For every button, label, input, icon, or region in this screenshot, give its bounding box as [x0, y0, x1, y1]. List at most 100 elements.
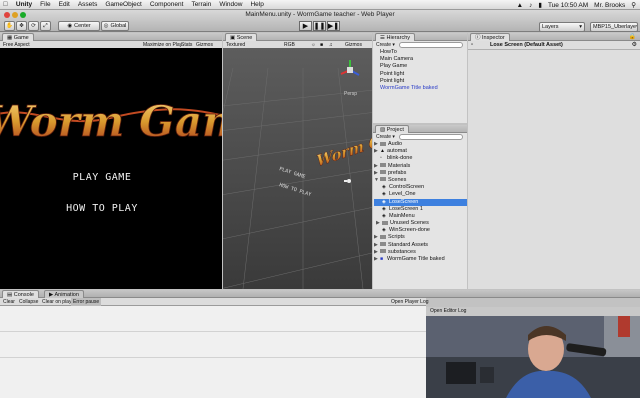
console-divider [0, 357, 426, 358]
pivot-global-button[interactable]: ◎ Global [101, 21, 129, 31]
menu-user[interactable]: Mr. Brooks [594, 2, 625, 9]
project-item-scripts[interactable]: ▶ Scripts [374, 234, 467, 241]
unity-scene-icon: ◈ [382, 205, 386, 212]
project-item-blink-done[interactable]: ▫ blink-done [374, 155, 467, 162]
hierarchy-item-main-camera[interactable]: Main Camera [380, 56, 466, 63]
project-item-label: ControlScreen [389, 184, 425, 191]
spotlight-icon[interactable]: ⚲ [631, 1, 636, 9]
step-icon: ▶❚ [327, 23, 340, 30]
layers-label: Layers [542, 24, 559, 30]
rotate-tool-button[interactable]: ⟳ [28, 21, 39, 31]
light-gizmo-icon[interactable] [344, 179, 351, 183]
layers-dropdown[interactable]: Layers ▾ [539, 22, 585, 32]
globe-icon: ◎ [103, 23, 109, 29]
scene-play-game-text: PLAY GAME [278, 166, 306, 180]
scene-view[interactable]: Worm Game PLAY GAME HOW TO PLAY Persp [223, 48, 372, 289]
tab-game[interactable]: ▦ Game [2, 33, 34, 41]
menu-file[interactable]: File [40, 1, 50, 8]
project-item-losescreen-1[interactable]: ◈ LoseScreen 1 [374, 206, 467, 213]
project-panel-header: ▧ Project [373, 125, 467, 133]
folder-icon [380, 249, 386, 254]
console-divider [0, 331, 426, 332]
scene-gizmo-axes[interactable] [340, 60, 360, 76]
menu-assets[interactable]: Assets [78, 1, 98, 8]
menu-terrain[interactable]: Terrain [191, 1, 211, 8]
console-panel-header: ▤ Console ▶ Animation [0, 290, 640, 298]
apple-icon[interactable]:  [3, 1, 8, 8]
tab-project[interactable]: ▧ Project [375, 125, 409, 133]
menu-component[interactable]: Component [150, 1, 184, 8]
console-log-area[interactable] [0, 306, 426, 398]
tab-scene[interactable]: ▣ Scene [225, 33, 258, 41]
project-item-label: automat [387, 148, 407, 155]
folder-icon [382, 220, 388, 225]
persp-label[interactable]: Persp [344, 91, 357, 97]
layout-dropdown[interactable]: MBP15_Uberlaye▾ [590, 22, 638, 32]
game-view[interactable]: Worm Game PLAY GAME HOW TO PLAY [0, 48, 222, 289]
battery-icon[interactable]: ▮ [538, 1, 542, 9]
hierarchy-item-point-light[interactable]: Point light [380, 71, 466, 78]
menu-help[interactable]: Help [250, 1, 263, 8]
project-item-prefabs[interactable]: ▶ prefabs [374, 170, 467, 177]
move-tool-button[interactable]: ✥ [16, 21, 27, 31]
inspector-panel-header: ⓘ Inspector 🔒 [468, 33, 640, 41]
play-button[interactable]: ▶ [299, 21, 312, 31]
project-search-input[interactable] [399, 134, 463, 140]
project-item-standard-assets[interactable]: ▶ Standard Assets [374, 242, 467, 249]
project-item-mainmenu[interactable]: ◈ MainMenu [374, 213, 467, 220]
step-button[interactable]: ▶❚ [327, 21, 340, 31]
project-item-automat[interactable]: ▶ ▲ automat [374, 148, 467, 155]
pause-button[interactable]: ❚❚ [313, 21, 326, 31]
open-editor-log-button[interactable]: Open Editor Log [430, 307, 466, 315]
menu-gameobject[interactable]: GameObject [105, 1, 142, 8]
menu-edit[interactable]: Edit [59, 1, 70, 8]
play-game-menu-item[interactable]: PLAY GAME [0, 172, 204, 183]
hierarchy-create-dropdown[interactable]: Create ▾ [376, 42, 395, 48]
tab-console[interactable]: ▤ Console [2, 290, 39, 298]
project-item-materials[interactable]: ▶ Materials [374, 163, 467, 170]
file-icon: ▫ [380, 155, 382, 162]
volume-icon[interactable]: ♪ [529, 2, 532, 9]
project-item-losescreen[interactable]: ◈ LoseScreen [374, 198, 467, 206]
menu-clock[interactable]: Tue 10:50 AM [548, 2, 588, 9]
project-item-substances[interactable]: ▶ substances [374, 249, 467, 256]
project-item-winscreen-done[interactable]: ◈ WinScreen-done [374, 227, 467, 234]
project-item-scenes[interactable]: ▼ Scenes [374, 177, 467, 184]
how-to-play-menu-item[interactable]: HOW TO PLAY [0, 203, 204, 214]
project-item-unused-scenes[interactable]: ▶ Unused Scenes [374, 220, 467, 227]
hierarchy-item-wormgame-title[interactable]: WormGame Title baked [380, 85, 466, 92]
console-clear-button[interactable]: Clear [3, 298, 15, 306]
tab-animation[interactable]: ▶ Animation [44, 290, 84, 298]
console-error-pause-toggle[interactable]: Error pause [71, 298, 102, 306]
hierarchy-create-label: Create [376, 42, 392, 48]
center-icon: ◉ [67, 23, 73, 29]
hierarchy-search-input[interactable] [399, 42, 463, 48]
hierarchy-item-play-game[interactable]: Play Game [380, 63, 466, 70]
open-player-log-button[interactable]: Open Player Log [391, 298, 429, 306]
settings-gear-icon[interactable]: ⚙ [632, 41, 637, 48]
scale-tool-button[interactable]: ⤢ [40, 21, 51, 31]
project-list: ▶ Audio ▶ ▲ automat ▫ blink-done ▶ Materials … [374, 141, 467, 263]
console-collapse-toggle[interactable]: Collapse [19, 298, 38, 306]
hierarchy-item-howto[interactable]: HowTo [380, 49, 466, 56]
hierarchy-item-point-light-2[interactable]: Point light [380, 78, 466, 85]
menu-window[interactable]: Window [219, 1, 242, 8]
pivot-center-button[interactable]: ◉ Center [58, 21, 100, 31]
project-item-wormgame-title[interactable]: ▶ ■ WormGame Title baked [374, 256, 467, 263]
project-item-controlscreen[interactable]: ◈ ControlScreen [374, 184, 467, 191]
folder-icon [380, 163, 386, 168]
wifi-icon[interactable]: ▲ [517, 2, 523, 9]
menu-app-unity[interactable]: Unity [16, 1, 32, 8]
hand-tool-button[interactable]: ✋ [4, 21, 15, 31]
scale-icon: ⤢ [43, 22, 48, 29]
console-toolbar: Clear Collapse Clear on play Error pause… [0, 298, 429, 306]
tab-inspector[interactable]: ⓘ Inspector [470, 33, 510, 41]
project-create-dropdown[interactable]: Create ▾ [376, 134, 395, 140]
lock-icon[interactable]: 🔒 [629, 33, 636, 40]
project-item-level-one[interactable]: ◈ Level_One [374, 191, 467, 198]
console-clear-on-play-toggle[interactable]: Clear on play [42, 298, 71, 306]
unity-scene-icon: ◈ [382, 227, 386, 234]
tab-hierarchy[interactable]: ☰ Hierarchy [375, 33, 416, 41]
hierarchy-body: Create ▾ HowTo Main Camera Play Game Poi… [373, 41, 467, 123]
project-item-audio[interactable]: ▶ Audio [374, 141, 467, 148]
